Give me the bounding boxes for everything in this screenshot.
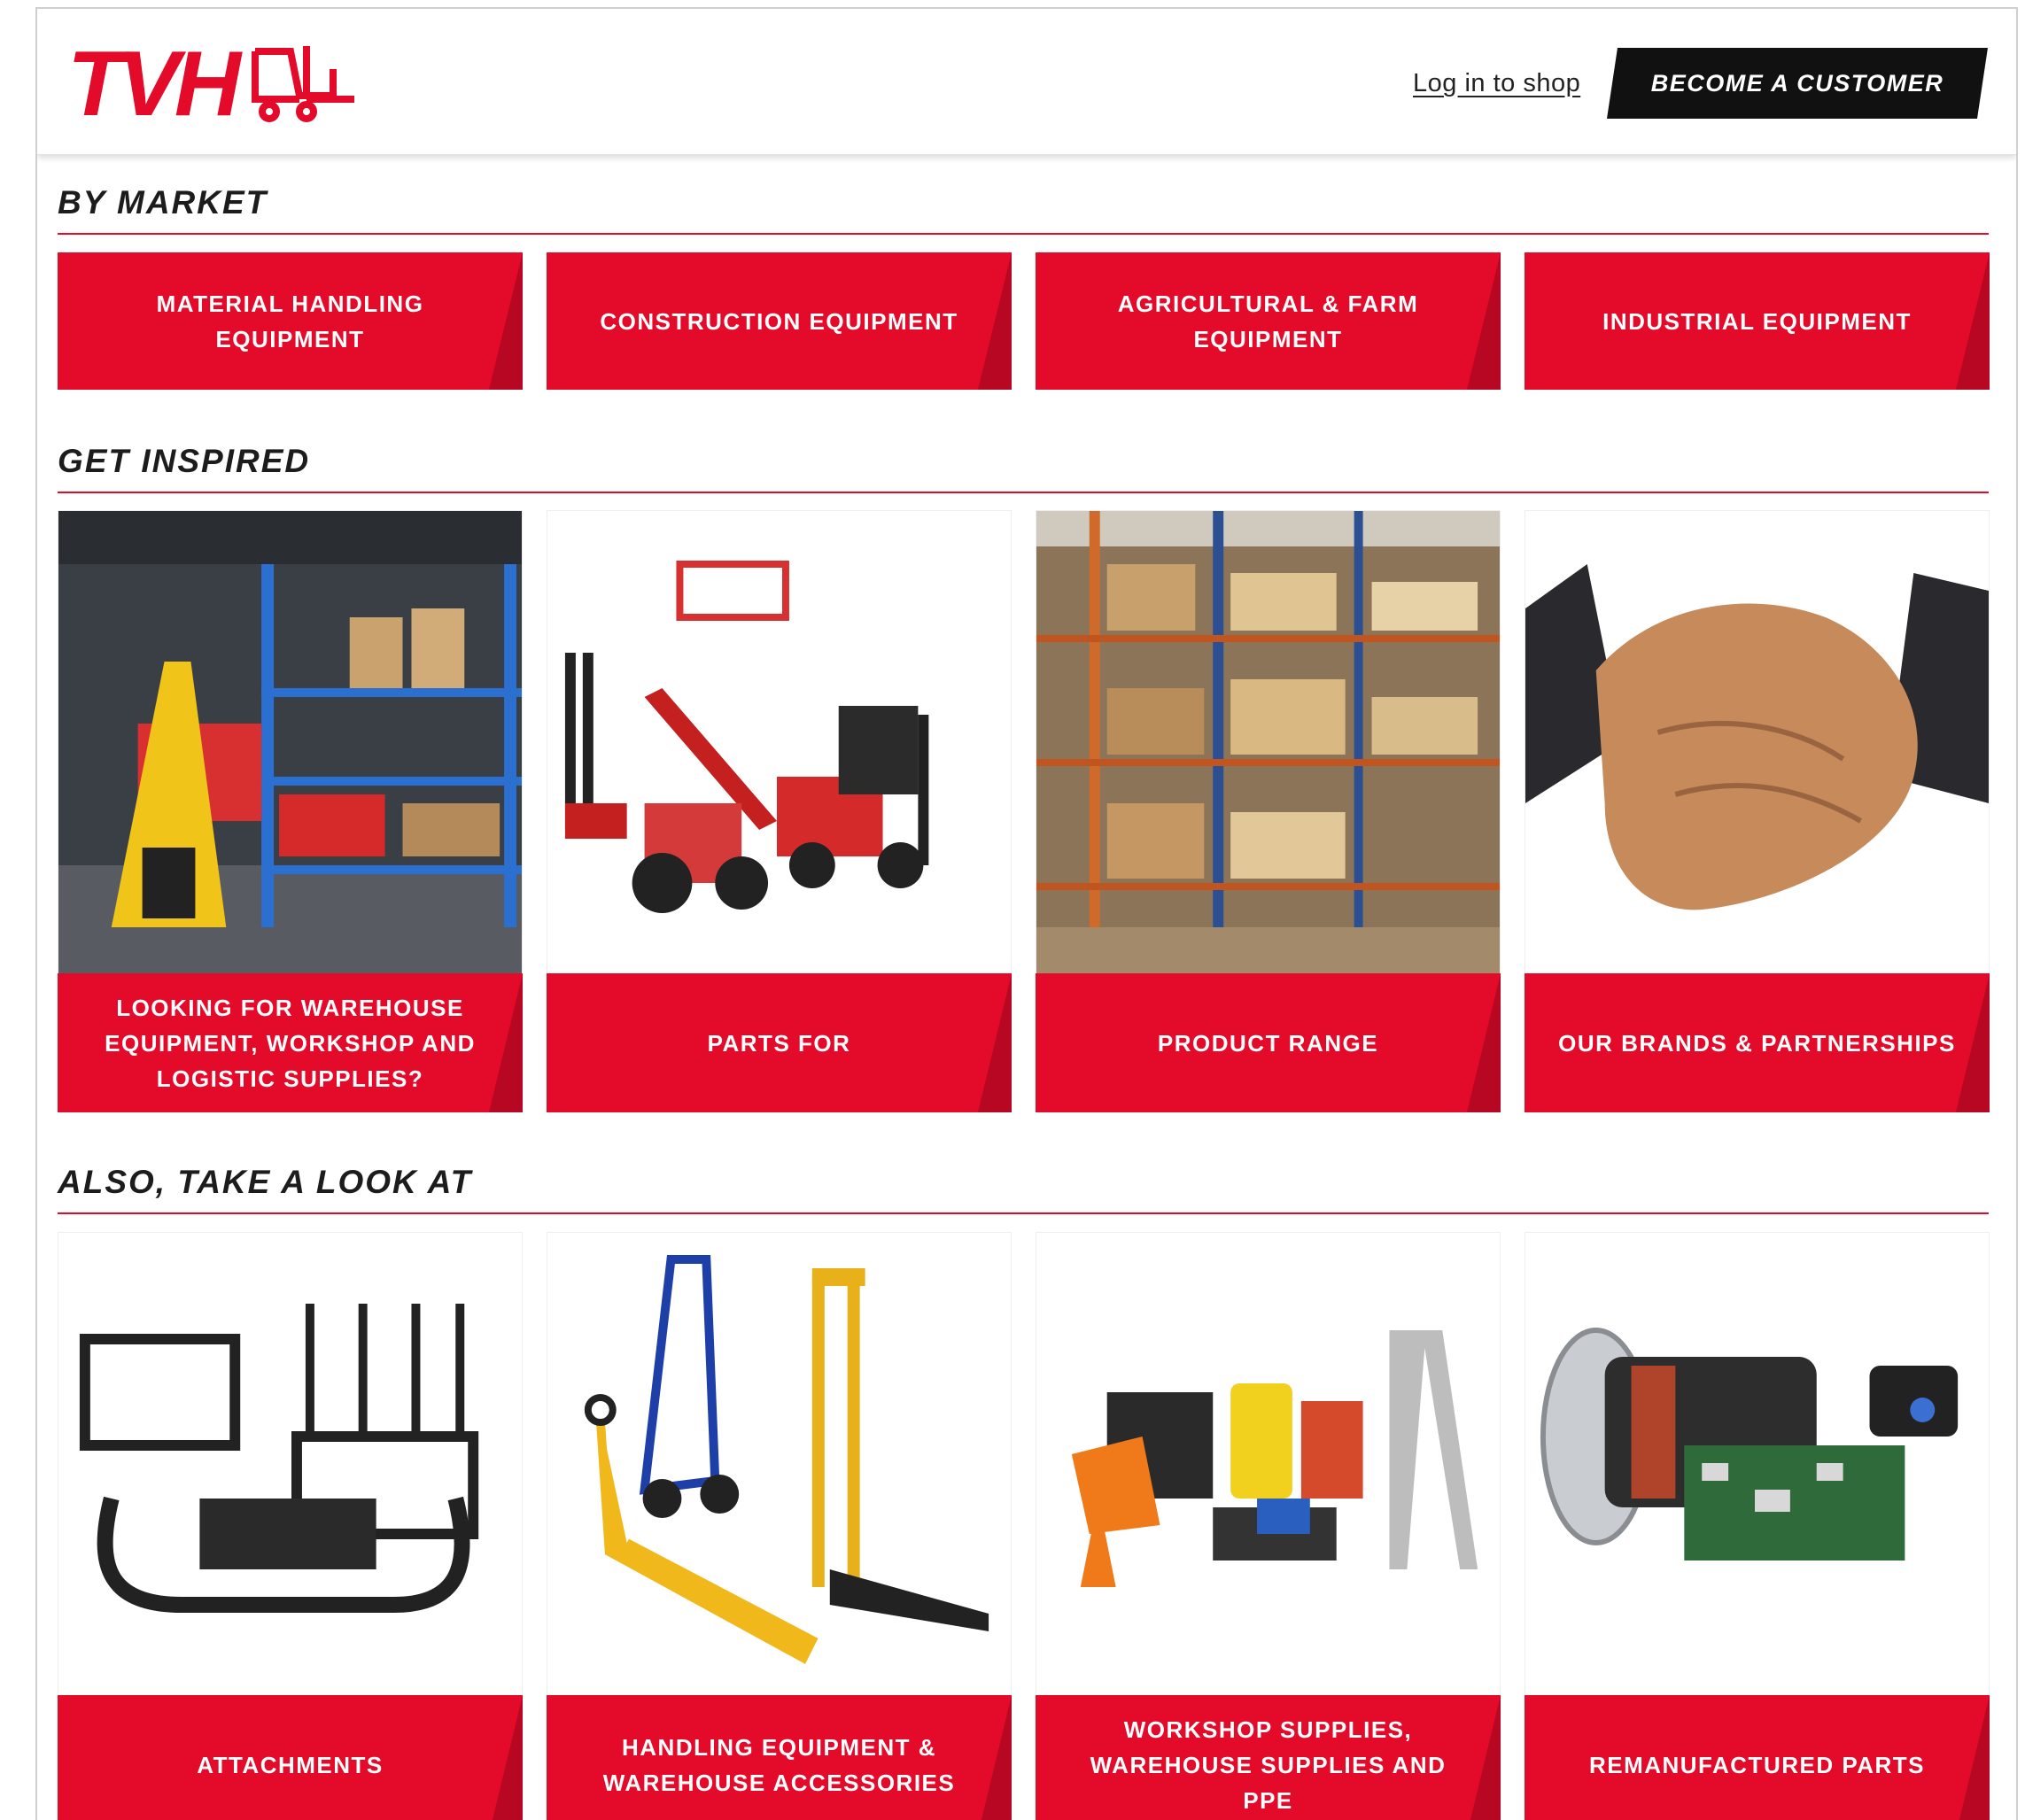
inspired-card-brands[interactable]: OUR BRANDS & PARTNERSHIPS — [1525, 510, 1990, 1112]
inspired-tile-label: PRODUCT RANGE — [1036, 973, 1501, 1112]
look-card-attachments[interactable]: ATTACHMENTS — [58, 1232, 523, 1820]
tvh-logo[interactable]: TVH — [67, 33, 360, 136]
logo-text: TVH — [67, 34, 243, 131]
look-tile-label: ATTACHMENTS — [58, 1695, 523, 1820]
tile-label: MATERIAL HANDLING EQUIPMENT — [156, 290, 424, 352]
look-card-handling-equipment[interactable]: HANDLING EQUIPMENT & WAREHOUSE ACCESSORI… — [547, 1232, 1012, 1820]
warehouse-workshop-photo — [58, 511, 522, 973]
look-tile-label: HANDLING EQUIPMENT & WAREHOUSE ACCESSORI… — [547, 1695, 1012, 1820]
market-tile-material-handling[interactable]: MATERIAL HANDLING EQUIPMENT — [58, 252, 523, 390]
forklift-attachments-photo — [58, 1233, 522, 1695]
inspired-card-warehouse[interactable]: LOOKING FOR WAREHOUSE EQUIPMENT, WORKSHO… — [58, 510, 523, 1112]
hand-trucks-pallet-jack-photo — [547, 1233, 1011, 1695]
inspired-card-parts-for[interactable]: PARTS FOR — [547, 510, 1012, 1112]
section-title-get-inspired: GET INSPIRED — [58, 443, 311, 479]
become-customer-button[interactable]: BECOME A CUSTOMER — [1607, 48, 1988, 119]
workshop-supplies-photo — [1036, 1233, 1500, 1695]
forklift-logo-icon — [252, 46, 354, 122]
warehouse-shelves-photo — [1036, 511, 1500, 973]
market-tile-industrial[interactable]: INDUSTRIAL EQUIPMENT — [1525, 252, 1990, 390]
machinery-lineup-photo — [547, 511, 1011, 973]
section-title-take-a-look: ALSO, TAKE A LOOK AT — [58, 1164, 473, 1200]
section-divider — [58, 233, 1989, 235]
section-divider — [58, 492, 1989, 493]
section-title-by-market: BY MARKET — [58, 184, 268, 221]
inspired-card-product-range[interactable]: PRODUCT RANGE — [1036, 510, 1501, 1112]
tile-label: INDUSTRIAL EQUIPMENT — [1602, 307, 1912, 335]
look-card-workshop-supplies[interactable]: WORKSHOP SUPPLIES, WAREHOUSE SUPPLIES AN… — [1036, 1232, 1501, 1820]
site-header: TVH Log in to shop BECOME A CUSTOMER — [37, 9, 2016, 155]
handshake-photo — [1525, 511, 1989, 973]
market-tile-construction[interactable]: CONSTRUCTION EQUIPMENT — [547, 252, 1012, 390]
inspired-tile-label: LOOKING FOR WAREHOUSE EQUIPMENT, WORKSHO… — [58, 973, 523, 1112]
section-divider — [58, 1212, 1989, 1214]
look-tile-label: REMANUFACTURED PARTS — [1525, 1695, 1990, 1820]
look-tile-label: WORKSHOP SUPPLIES, WAREHOUSE SUPPLIES AN… — [1036, 1695, 1501, 1820]
tile-label: CONSTRUCTION EQUIPMENT — [600, 307, 958, 335]
inspired-tile-label: OUR BRANDS & PARTNERSHIPS — [1525, 973, 1990, 1112]
look-card-remanufactured-parts[interactable]: REMANUFACTURED PARTS — [1525, 1232, 1990, 1820]
market-tile-agricultural[interactable]: AGRICULTURAL & FARM EQUIPMENT — [1036, 252, 1501, 390]
tile-label: AGRICULTURAL & FARM EQUIPMENT — [1117, 290, 1419, 352]
inspired-tile-label: PARTS FOR — [547, 973, 1012, 1112]
page-frame: TVH Log in to shop BECOME A CUSTOMER BY … — [35, 7, 2018, 1820]
login-link[interactable]: Log in to shop — [1413, 69, 1580, 98]
motor-controller-photo — [1525, 1233, 1989, 1695]
